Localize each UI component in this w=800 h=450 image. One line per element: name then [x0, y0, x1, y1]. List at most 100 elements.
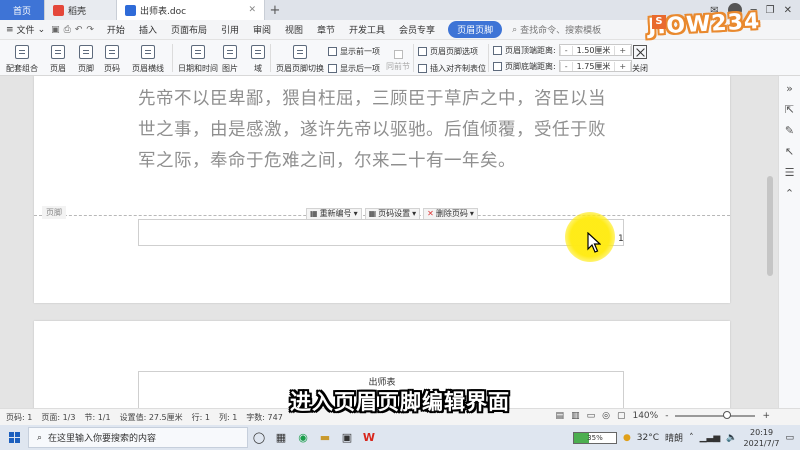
battery-indicator[interactable]: 35% [572, 431, 617, 444]
header-footer-options-label: 页眉页脚选项 [430, 47, 478, 56]
menu-file[interactable]: ≡ 文件 ⌄ [0, 23, 51, 37]
edge-browser-icon[interactable]: ◉ [292, 431, 314, 444]
show-prev-label: 显示前一项 [340, 47, 380, 56]
store-icon[interactable]: ▣ [336, 431, 358, 444]
new-tab-button[interactable]: + [265, 0, 285, 20]
widgets-icon[interactable]: ▦ [270, 431, 292, 444]
footer-button[interactable]: 页脚 [78, 45, 94, 74]
vertical-scrollbar[interactable] [767, 176, 773, 276]
close-header-footer-button[interactable]: 关闭 [632, 45, 648, 74]
increase-header-distance-button[interactable]: + [614, 45, 632, 55]
edit-pen-icon[interactable]: ✎ [785, 124, 794, 137]
header-footer-switch-button[interactable]: 页眉页脚切换 [276, 45, 324, 74]
notifications-icon[interactable]: ▭ [785, 433, 794, 443]
print-icon[interactable]: ⎙ [64, 25, 71, 35]
footer-icon [79, 45, 93, 59]
search-icon: ⌕ [512, 24, 518, 35]
prev-icon [328, 47, 337, 56]
show-prev-button[interactable]: 显示前一项 [328, 46, 380, 57]
footer-edit-area[interactable] [138, 219, 624, 246]
link-icon [393, 50, 403, 59]
taskbar-search[interactable]: ⌕ 在这里输入你要搜索的内容 [28, 427, 248, 448]
insert-align-tab-button[interactable]: 插入对齐制表位 [418, 63, 486, 74]
scroll-up-icon[interactable]: ⌃ [785, 187, 794, 200]
increase-footer-distance-button[interactable]: + [614, 61, 632, 71]
menu-review[interactable]: 审阅 [246, 23, 278, 36]
close-header-footer-label: 关闭 [632, 64, 648, 73]
menu-view[interactable]: 视图 [278, 23, 310, 36]
wps-icon[interactable]: W [358, 431, 380, 444]
network-icon[interactable]: ▁▃▅ [700, 433, 721, 443]
header-button[interactable]: 页眉 [50, 45, 66, 74]
redo-icon[interactable]: ↷ [86, 25, 94, 35]
file-explorer-icon[interactable]: ▬ [314, 431, 336, 444]
field-button[interactable]: 域 [251, 45, 265, 74]
restore-icon[interactable]: ❐ [766, 5, 775, 16]
search-icon: ⌕ [37, 432, 43, 443]
decrease-header-distance-button[interactable]: - [559, 45, 573, 55]
footer-bottom-distance-value[interactable]: 1.75厘米 [573, 61, 615, 72]
undo-icon[interactable]: ↶ [75, 25, 83, 35]
collapse-panel-icon[interactable]: » [786, 82, 793, 95]
tab-docer[interactable]: 稻壳 [45, 0, 117, 20]
delete-icon: ✕ [427, 209, 434, 218]
tab-home[interactable]: 首页 [0, 0, 45, 20]
close-window-icon[interactable]: ✕ [784, 5, 792, 16]
combo-icon [15, 45, 29, 59]
select-icon[interactable]: ⇱ [785, 103, 794, 116]
mouse-pointer-icon [587, 232, 601, 253]
pointer-icon[interactable]: ↖ [785, 145, 794, 158]
menu-member[interactable]: 会员专享 [392, 23, 442, 36]
body-text[interactable]: 先帝不以臣卑鄙，猥自枉屈，三顾臣于草庐之中，咨臣以当 世之事，由是感激，遂许先帝… [138, 84, 638, 177]
menu-chapter[interactable]: 章节 [310, 23, 342, 36]
command-search[interactable]: ⌕ 查找命令、搜索模板 [512, 23, 601, 37]
menu-file-label: 文件 [16, 26, 35, 36]
clock-time: 20:19 [749, 427, 774, 437]
footer-bottom-distance: 页脚底端距离: - 1.75厘米 + [493, 60, 633, 72]
header-top-distance-stepper[interactable]: - 1.50厘米 + [558, 44, 633, 56]
chevron-down-icon: ▾ [353, 209, 358, 218]
header-line-button[interactable]: 页眉横线 [132, 45, 164, 74]
temperature[interactable]: 32°C [637, 433, 659, 443]
windows-logo-icon [8, 432, 20, 443]
document-canvas[interactable]: 先帝不以臣卑鄙，猥自枉屈，三顾臣于草庐之中，咨臣以当 世之事，由是感激，遂许先帝… [0, 76, 778, 408]
field-label: 域 [254, 64, 262, 73]
tab-docer-label: 稻壳 [68, 6, 87, 17]
menu-developer[interactable]: 开发工具 [342, 23, 392, 36]
word-doc-icon [125, 4, 136, 16]
weather-icon: ● [622, 432, 631, 443]
tray-up-icon[interactable]: ˄ [689, 433, 694, 443]
footer-page-number[interactable]: 1 [618, 234, 624, 244]
menu-page-layout[interactable]: 页面布局 [164, 23, 214, 36]
start-button[interactable] [0, 432, 28, 443]
renumber-label: 重新编号 [319, 209, 352, 218]
close-tab-icon[interactable]: ✕ [248, 5, 256, 15]
menu-references[interactable]: 引用 [214, 23, 246, 36]
header-top-distance-value[interactable]: 1.50厘米 [573, 45, 615, 56]
menu-home[interactable]: 开始 [100, 23, 132, 36]
picture-button[interactable]: 图片 [222, 45, 238, 74]
header-top-distance-label: 页眉顶端距离: [505, 45, 556, 55]
header-top-distance: 页眉顶端距离: - 1.50厘米 + [493, 44, 633, 56]
tab-document[interactable]: 出师表.doc ✕ [117, 0, 265, 20]
menu-header-footer[interactable]: 页眉页脚 [448, 21, 503, 38]
header-footer-options-button[interactable]: 页眉页脚选项 [418, 46, 478, 57]
clock[interactable]: 20:19 2021/7/7 [744, 427, 780, 449]
page-number-button[interactable]: 页码 [104, 45, 120, 74]
datetime-button[interactable]: 日期和时间 [178, 45, 218, 74]
show-next-button[interactable]: 显示后一项 [328, 63, 380, 74]
page-number-settings-label: 页码设置 [378, 209, 411, 218]
ribbon-divider [172, 44, 173, 72]
style-icon[interactable]: ☰ [785, 166, 795, 179]
volume-icon[interactable]: 🔈 [726, 433, 737, 443]
document-page-1[interactable]: 先帝不以臣卑鄙，猥自枉屈，三顾臣于草庐之中，咨臣以当 世之事，由是感激，遂许先帝… [34, 76, 730, 303]
task-view-icon[interactable]: ◯ [248, 431, 270, 444]
weather-text[interactable]: 晴朗 [665, 431, 683, 444]
save-icon[interactable]: ▣ [51, 25, 60, 35]
footer-bottom-distance-stepper[interactable]: - 1.75厘米 + [558, 60, 633, 72]
quick-access-toolbar: ▣ ⎙ ↶ ↷ [51, 25, 100, 35]
decrease-footer-distance-button[interactable]: - [559, 61, 573, 71]
menu-insert[interactable]: 插入 [132, 23, 164, 36]
combo-button[interactable]: 配套组合 [6, 45, 38, 74]
same-as-prev-button[interactable]: 同前节 [386, 50, 410, 72]
